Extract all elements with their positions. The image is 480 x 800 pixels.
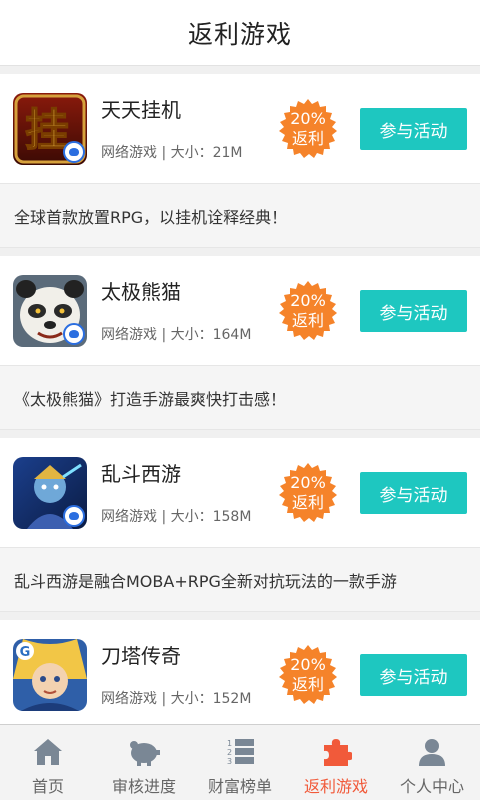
baidu-badge-icon (63, 323, 85, 345)
game-card-header[interactable]: 挂 天天挂机 网络游戏 | 大小：21M 20% 返利 参与活动 (0, 74, 480, 184)
game-name: 乱斗西游 (101, 462, 181, 486)
rebate-label: 返利 (291, 311, 324, 330)
baidu-badge-icon (63, 505, 85, 527)
tab-label: 审核进度 (111, 777, 176, 796)
game-card-header[interactable]: 乱斗西游 网络游戏 | 大小：158M 20% 返利 参与活动 (0, 438, 480, 548)
page-header: 返利游戏 (0, 0, 480, 66)
tab-label: 返利游戏 (303, 777, 368, 796)
tab-home[interactable]: 首页 (0, 725, 96, 800)
home-icon (34, 739, 62, 765)
game-card: 乱斗西游 网络游戏 | 大小：158M 20% 返利 参与活动 乱斗西游是融合M… (0, 438, 480, 612)
game-card-header[interactable]: G 刀塔传奇 网络游戏 | 大小：152M 20% 返利 参与活动 (0, 620, 480, 730)
page-title: 返利游戏 (187, 19, 292, 49)
game-name: 天天挂机 (101, 98, 181, 122)
game-card: G 刀塔传奇 网络游戏 | 大小：152M 20% 返利 参与活动 (0, 620, 480, 730)
game-card: 太极熊猫 网络游戏 | 大小：164M 20% 返利 参与活动 《太极熊猫》打造… (0, 256, 480, 430)
daota-chuanqi-game-icon: G (13, 639, 87, 711)
rebate-badge: 20% 返利 (278, 99, 338, 159)
game-card: 挂 天天挂机 网络游戏 | 大小：21M 20% 返利 参与活动 全球首款放置R… (0, 74, 480, 248)
rebate-badge: 20% 返利 (278, 645, 338, 705)
rebate-label: 返利 (291, 493, 324, 512)
tiantian-guaji-game-icon: 挂 (13, 93, 87, 165)
rebate-percent: 20% (290, 473, 326, 492)
tab-label: 个人中心 (399, 777, 464, 796)
game-description: 全球首款放置RPG，以挂机诠释经典！ (0, 184, 480, 248)
join-activity-button[interactable]: 参与活动 (360, 108, 467, 150)
join-activity-button[interactable]: 参与活动 (360, 290, 467, 332)
join-activity-button[interactable]: 参与活动 (360, 472, 467, 514)
game-meta: 网络游戏 | 大小：164M (101, 327, 252, 343)
tab-rebate-games[interactable]: 返利游戏 (288, 725, 384, 800)
rebate-percent: 20% (290, 109, 326, 128)
puzzle-icon (324, 739, 352, 766)
rebate-badge: 20% 返利 (278, 281, 338, 341)
taiji-xiongmao-game-icon (13, 275, 87, 347)
svg-text:2: 2 (227, 748, 232, 757)
join-activity-button[interactable]: 参与活动 (360, 654, 467, 696)
game-meta: 网络游戏 | 大小：152M (101, 691, 252, 707)
game-name: 太极熊猫 (101, 280, 181, 304)
game-meta: 网络游戏 | 大小：21M (101, 145, 243, 161)
piggy-bank-icon (130, 741, 160, 766)
rebate-badge: 20% 返利 (278, 463, 338, 523)
game-list: 挂 天天挂机 网络游戏 | 大小：21M 20% 返利 参与活动 全球首款放置R… (0, 74, 480, 738)
game-card-header[interactable]: 太极熊猫 网络游戏 | 大小：164M 20% 返利 参与活动 (0, 256, 480, 366)
game-meta: 网络游戏 | 大小：158M (101, 509, 252, 525)
game-description: 《太极熊猫》打造手游最爽快打击感！ (0, 366, 480, 430)
tab-label: 首页 (31, 777, 64, 796)
tab-review-progress[interactable]: 审核进度 (96, 725, 192, 800)
game-name: 刀塔传奇 (101, 644, 181, 668)
rebate-percent: 20% (290, 655, 326, 674)
game-description: 乱斗西游是融合MOBA+RPG全新对抗玩法的一款手游 (0, 548, 480, 612)
tab-label: 财富榜单 (207, 777, 272, 796)
svg-text:1: 1 (227, 739, 232, 748)
rebate-label: 返利 (291, 129, 324, 148)
rebate-percent: 20% (290, 291, 326, 310)
svg-text:G: G (20, 645, 31, 660)
baidu-badge-icon (63, 141, 85, 163)
luandou-xiyou-game-icon (13, 457, 87, 529)
user-icon (419, 739, 445, 766)
rebate-label: 返利 (291, 675, 324, 694)
tab-wealth-ranking[interactable]: 1 2 3 财富榜单 (192, 725, 288, 800)
svg-text:3: 3 (227, 757, 232, 766)
tab-personal-center[interactable]: 个人中心 (384, 725, 480, 800)
bottom-tab-bar: 首页 审核进度 1 2 3 财富榜单 返利游戏 个人中心 (0, 724, 480, 800)
ranking-list-icon: 1 2 3 (227, 739, 254, 766)
